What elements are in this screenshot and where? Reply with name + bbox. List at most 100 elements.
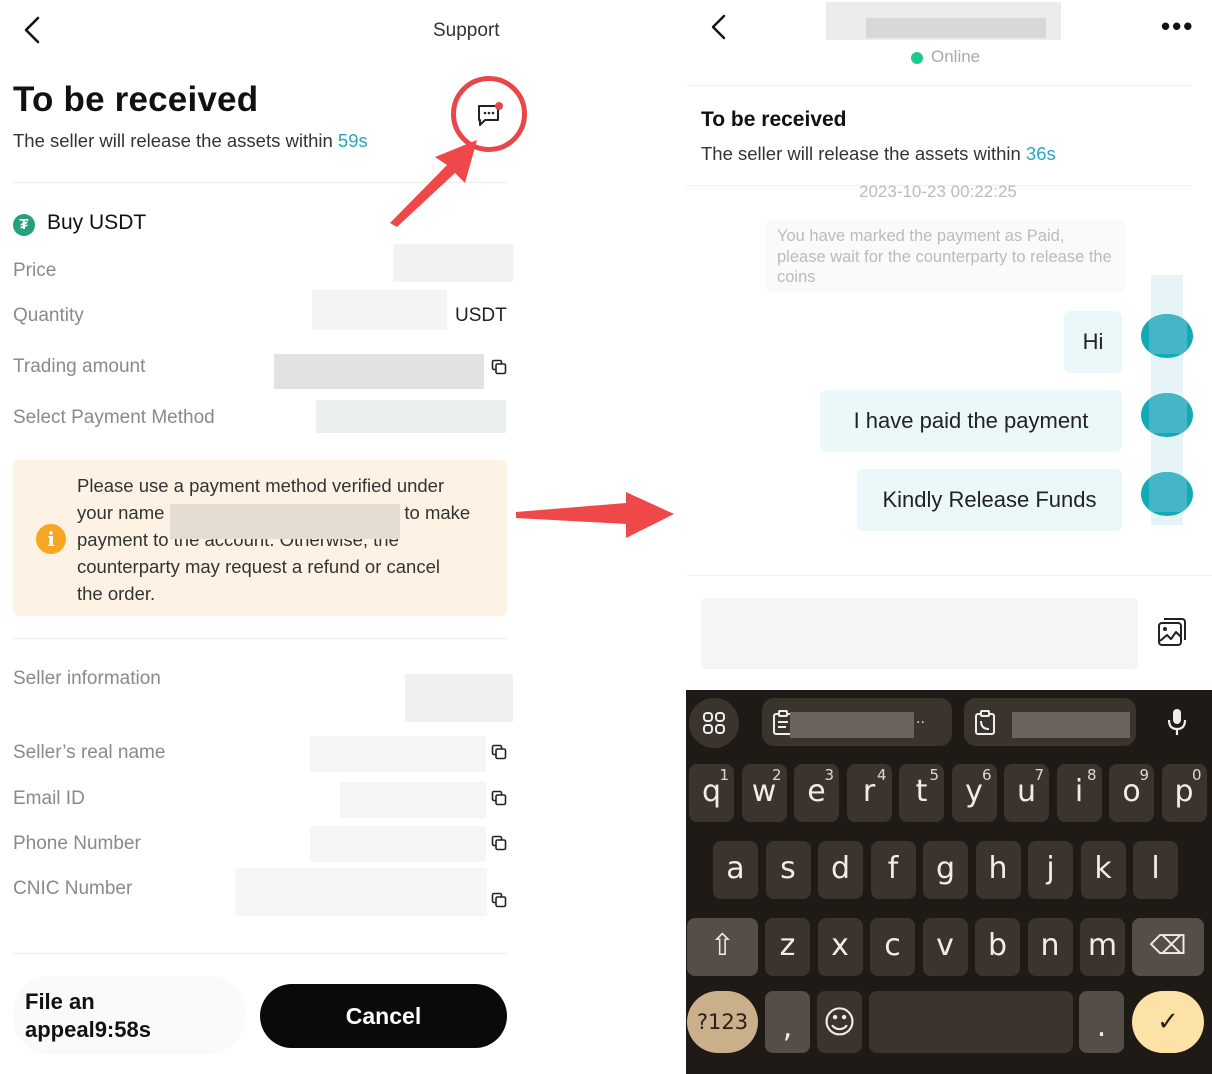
key-n[interactable]: n: [1027, 918, 1073, 976]
shift-key[interactable]: ⇧: [687, 918, 758, 976]
chat-message: Kindly Release Funds: [857, 469, 1122, 531]
seller-real-name-label: Seller’s real name: [13, 742, 166, 763]
warning-line: Please use a payment method verified und…: [77, 475, 445, 496]
key-f[interactable]: f: [870, 841, 916, 899]
key-x[interactable]: x: [817, 918, 863, 976]
key-p[interactable]: p0: [1161, 764, 1207, 822]
order-status-title: To be received: [701, 108, 847, 131]
key-z[interactable]: z: [765, 918, 810, 976]
key-i[interactable]: i8: [1056, 764, 1102, 822]
chat-message: I have paid the payment: [820, 390, 1122, 452]
key-e[interactable]: e3: [794, 764, 839, 822]
countdown-value: 36s: [1025, 143, 1056, 164]
trading-amount-redacted: [274, 354, 484, 389]
payment-warning-banner: i Please use a payment method verified u…: [13, 460, 507, 616]
key-number-hint: 6: [981, 766, 992, 784]
countdown-prefix: The seller will release the assets withi…: [13, 130, 338, 151]
key-w[interactable]: w2: [741, 764, 787, 822]
clipboard-content-redacted: [790, 712, 914, 738]
key-y[interactable]: y6: [951, 764, 997, 822]
key-u[interactable]: u7: [1004, 764, 1049, 822]
support-link[interactable]: Support: [433, 20, 500, 42]
microphone-icon[interactable]: [1166, 708, 1188, 736]
key-d[interactable]: d: [818, 841, 863, 899]
user-avatar: [1141, 472, 1193, 516]
key-number-hint: 5: [929, 766, 939, 784]
key-number-hint: 8: [1086, 766, 1097, 784]
comma-key[interactable]: ,: [765, 991, 810, 1053]
key-q[interactable]: q1: [689, 764, 734, 822]
key-letter: o: [1122, 774, 1141, 809]
space-key[interactable]: [869, 991, 1073, 1053]
key-letter: p: [1174, 774, 1194, 809]
quantity-unit: USDT: [455, 305, 507, 326]
message-input[interactable]: [701, 598, 1138, 669]
key-letter: r: [862, 774, 876, 809]
clipboard-suggestion[interactable]: ..: [762, 698, 952, 746]
key-j[interactable]: j: [1028, 841, 1073, 899]
period-key[interactable]: .: [1079, 991, 1124, 1053]
key-letter: i: [1074, 774, 1084, 809]
back-icon[interactable]: [20, 14, 44, 46]
more-options-icon[interactable]: •••: [1161, 13, 1194, 39]
clipboard-phone-icon: [975, 710, 995, 735]
release-countdown-text: The seller will release the assets withi…: [13, 130, 368, 152]
payment-method-redacted[interactable]: [316, 400, 506, 433]
enter-key[interactable]: ✓: [1132, 991, 1204, 1053]
file-appeal-button[interactable]: File an appeal9:58s: [13, 976, 245, 1054]
key-t[interactable]: t5: [899, 764, 944, 822]
copy-icon[interactable]: [491, 790, 507, 806]
chat-message: Hi: [1064, 311, 1122, 373]
image-upload-icon[interactable]: [1156, 616, 1188, 648]
warning-line: the order.: [77, 583, 156, 604]
key-k[interactable]: k: [1080, 841, 1126, 899]
email-label: Email ID: [13, 788, 85, 809]
annotation-arrow-to-chat-icon: [390, 140, 477, 227]
backspace-key[interactable]: ⌫: [1132, 918, 1204, 976]
copy-icon[interactable]: [491, 359, 507, 375]
key-o[interactable]: o9: [1109, 764, 1154, 822]
warning-text: Please use a payment method verified und…: [77, 472, 487, 607]
clipboard-phone-suggestion[interactable]: [964, 698, 1136, 746]
key-h[interactable]: h: [975, 841, 1021, 899]
key-number-hint: 0: [1191, 766, 1202, 784]
divider: [13, 638, 507, 639]
email-redacted: [340, 782, 486, 818]
key-b[interactable]: b: [975, 918, 1020, 976]
keyboard-apps-icon[interactable]: [689, 698, 739, 748]
key-letter: t: [915, 774, 928, 809]
warning-line: counterparty may request a refund or can…: [77, 556, 440, 577]
warning-line-prefix: your name: [77, 502, 165, 523]
key-c[interactable]: c: [870, 918, 915, 976]
cancel-button[interactable]: Cancel: [260, 984, 507, 1048]
seller-avatar-redacted: [405, 674, 513, 722]
divider: [13, 953, 507, 954]
key-v[interactable]: v: [922, 918, 968, 976]
key-number-hint: 1: [719, 766, 729, 784]
phone-redacted: [310, 826, 486, 862]
key-number-hint: 7: [1034, 766, 1044, 784]
symbols-key[interactable]: ?123: [687, 991, 758, 1053]
emoji-key[interactable]: ☺: [817, 991, 862, 1053]
key-s[interactable]: s: [765, 841, 811, 899]
cnic-label: CNIC Number: [13, 878, 133, 899]
key-number-hint: 3: [824, 766, 834, 784]
key-a[interactable]: a: [713, 841, 758, 899]
back-icon[interactable]: [708, 12, 730, 42]
annotation-arrow-to-chat-page: [516, 492, 674, 538]
appeal-label: File an appeal9:58s: [25, 989, 151, 1042]
copy-icon[interactable]: [491, 892, 507, 908]
key-l[interactable]: l: [1133, 841, 1178, 899]
quantity-value-redacted: [312, 290, 447, 330]
payment-method-label: Select Payment Method: [13, 407, 215, 428]
key-letter: q: [701, 774, 722, 809]
countdown-value: 59s: [337, 130, 368, 151]
key-letter: y: [965, 774, 983, 809]
key-r[interactable]: r4: [846, 764, 892, 822]
key-m[interactable]: m: [1080, 918, 1125, 976]
name-redacted: [170, 504, 400, 539]
copy-icon[interactable]: [491, 835, 507, 851]
copy-icon[interactable]: [491, 744, 507, 760]
key-g[interactable]: g: [923, 841, 968, 899]
countdown-prefix: The seller will release the assets withi…: [701, 143, 1026, 164]
